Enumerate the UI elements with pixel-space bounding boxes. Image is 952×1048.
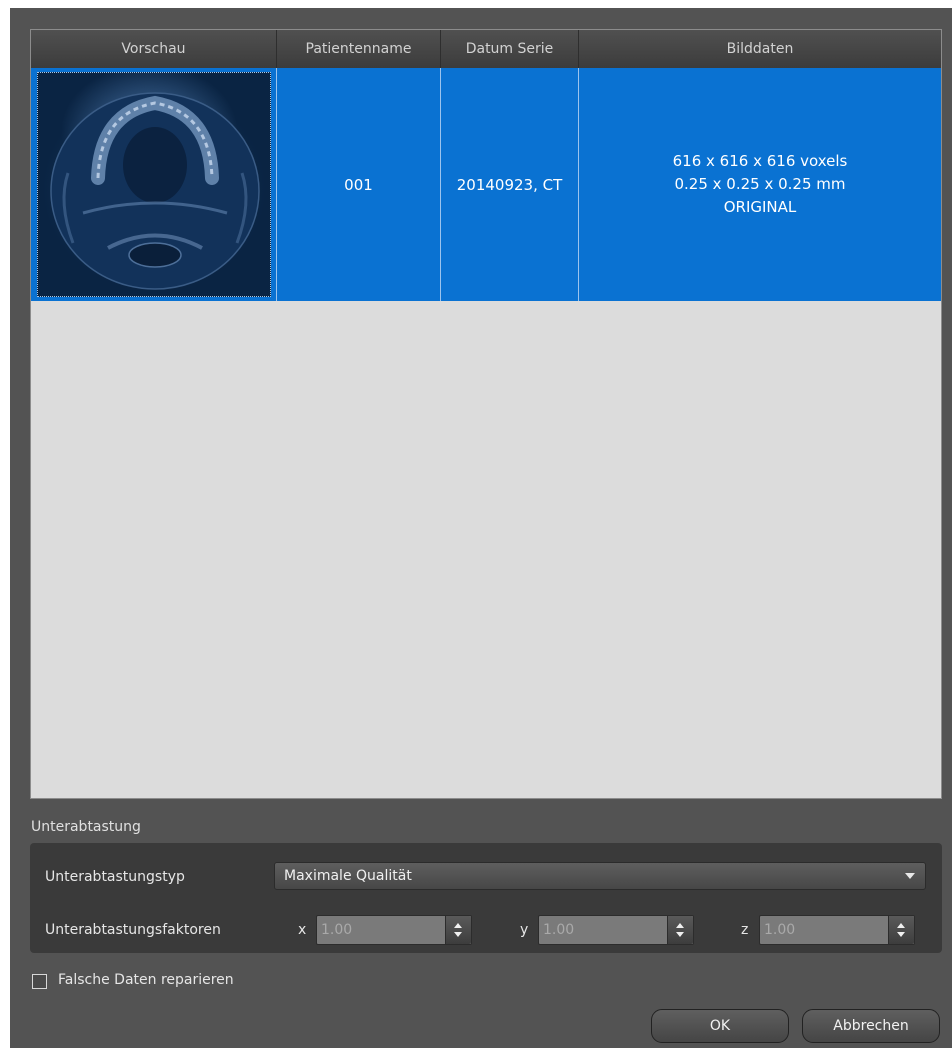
x-factor-spinbox[interactable]	[316, 915, 472, 945]
step-down-icon[interactable]	[454, 932, 462, 937]
z-factor-spinbox[interactable]	[759, 915, 915, 945]
x-factor-stepper[interactable]	[445, 916, 471, 944]
z-factor-input[interactable]	[760, 916, 888, 944]
step-down-icon[interactable]	[897, 932, 905, 937]
image-mode-text: ORIGINAL	[723, 198, 797, 216]
subsampling-type-label: Unterabtastungstyp	[45, 869, 185, 885]
ct-scan-thumbnail	[36, 72, 271, 297]
subsampling-type-select[interactable]: Maximale Qualität	[274, 862, 926, 890]
subsampling-section-title: Unterabtastung	[31, 819, 141, 835]
preview-cell	[31, 68, 276, 301]
chevron-down-icon	[905, 873, 915, 879]
step-down-icon[interactable]	[676, 932, 684, 937]
x-factor-input[interactable]	[317, 916, 445, 944]
repair-data-label[interactable]: Falsche Daten reparieren	[58, 972, 234, 988]
voxel-size-text: 0.25 x 0.25 x 0.25 mm	[674, 175, 846, 193]
table-row[interactable]: 001 20140923, CT 616 x 616 x 616 voxels …	[31, 68, 941, 301]
date-series-cell: 20140923, CT	[440, 68, 578, 301]
repair-data-checkbox[interactable]	[32, 974, 47, 989]
z-factor-stepper[interactable]	[888, 916, 914, 944]
column-header-date-series[interactable]: Datum Serie	[440, 30, 578, 68]
subsampling-group: Unterabtastungstyp Maximale Qualität Unt…	[30, 843, 942, 953]
column-header-preview[interactable]: Vorschau	[31, 30, 276, 68]
patient-name-cell: 001	[276, 68, 440, 301]
column-header-patient-name[interactable]: Patientenname	[276, 30, 440, 68]
column-header-image-data[interactable]: Bilddaten	[578, 30, 941, 68]
z-axis-label: z	[741, 922, 749, 938]
cancel-button[interactable]: Abbrechen	[802, 1009, 940, 1043]
series-table: Vorschau Patientenname Datum Serie Bildd…	[30, 29, 942, 799]
step-up-icon[interactable]	[454, 923, 462, 928]
y-factor-input[interactable]	[539, 916, 667, 944]
image-dimensions-text: 616 x 616 x 616 voxels	[672, 152, 848, 170]
step-up-icon[interactable]	[897, 923, 905, 928]
x-axis-label: x	[298, 922, 307, 938]
subsampling-factors-label: Unterabtastungsfaktoren	[45, 922, 221, 938]
y-factor-stepper[interactable]	[667, 916, 693, 944]
table-header: Vorschau Patientenname Datum Serie Bildd…	[31, 30, 941, 69]
subsampling-type-value: Maximale Qualität	[284, 868, 412, 884]
step-up-icon[interactable]	[676, 923, 684, 928]
ok-button[interactable]: OK	[651, 1009, 789, 1043]
image-data-cell: 616 x 616 x 616 voxels 0.25 x 0.25 x 0.2…	[578, 68, 941, 301]
import-dialog: Vorschau Patientenname Datum Serie Bildd…	[10, 8, 952, 1048]
y-factor-spinbox[interactable]	[538, 915, 694, 945]
y-axis-label: y	[520, 922, 529, 938]
